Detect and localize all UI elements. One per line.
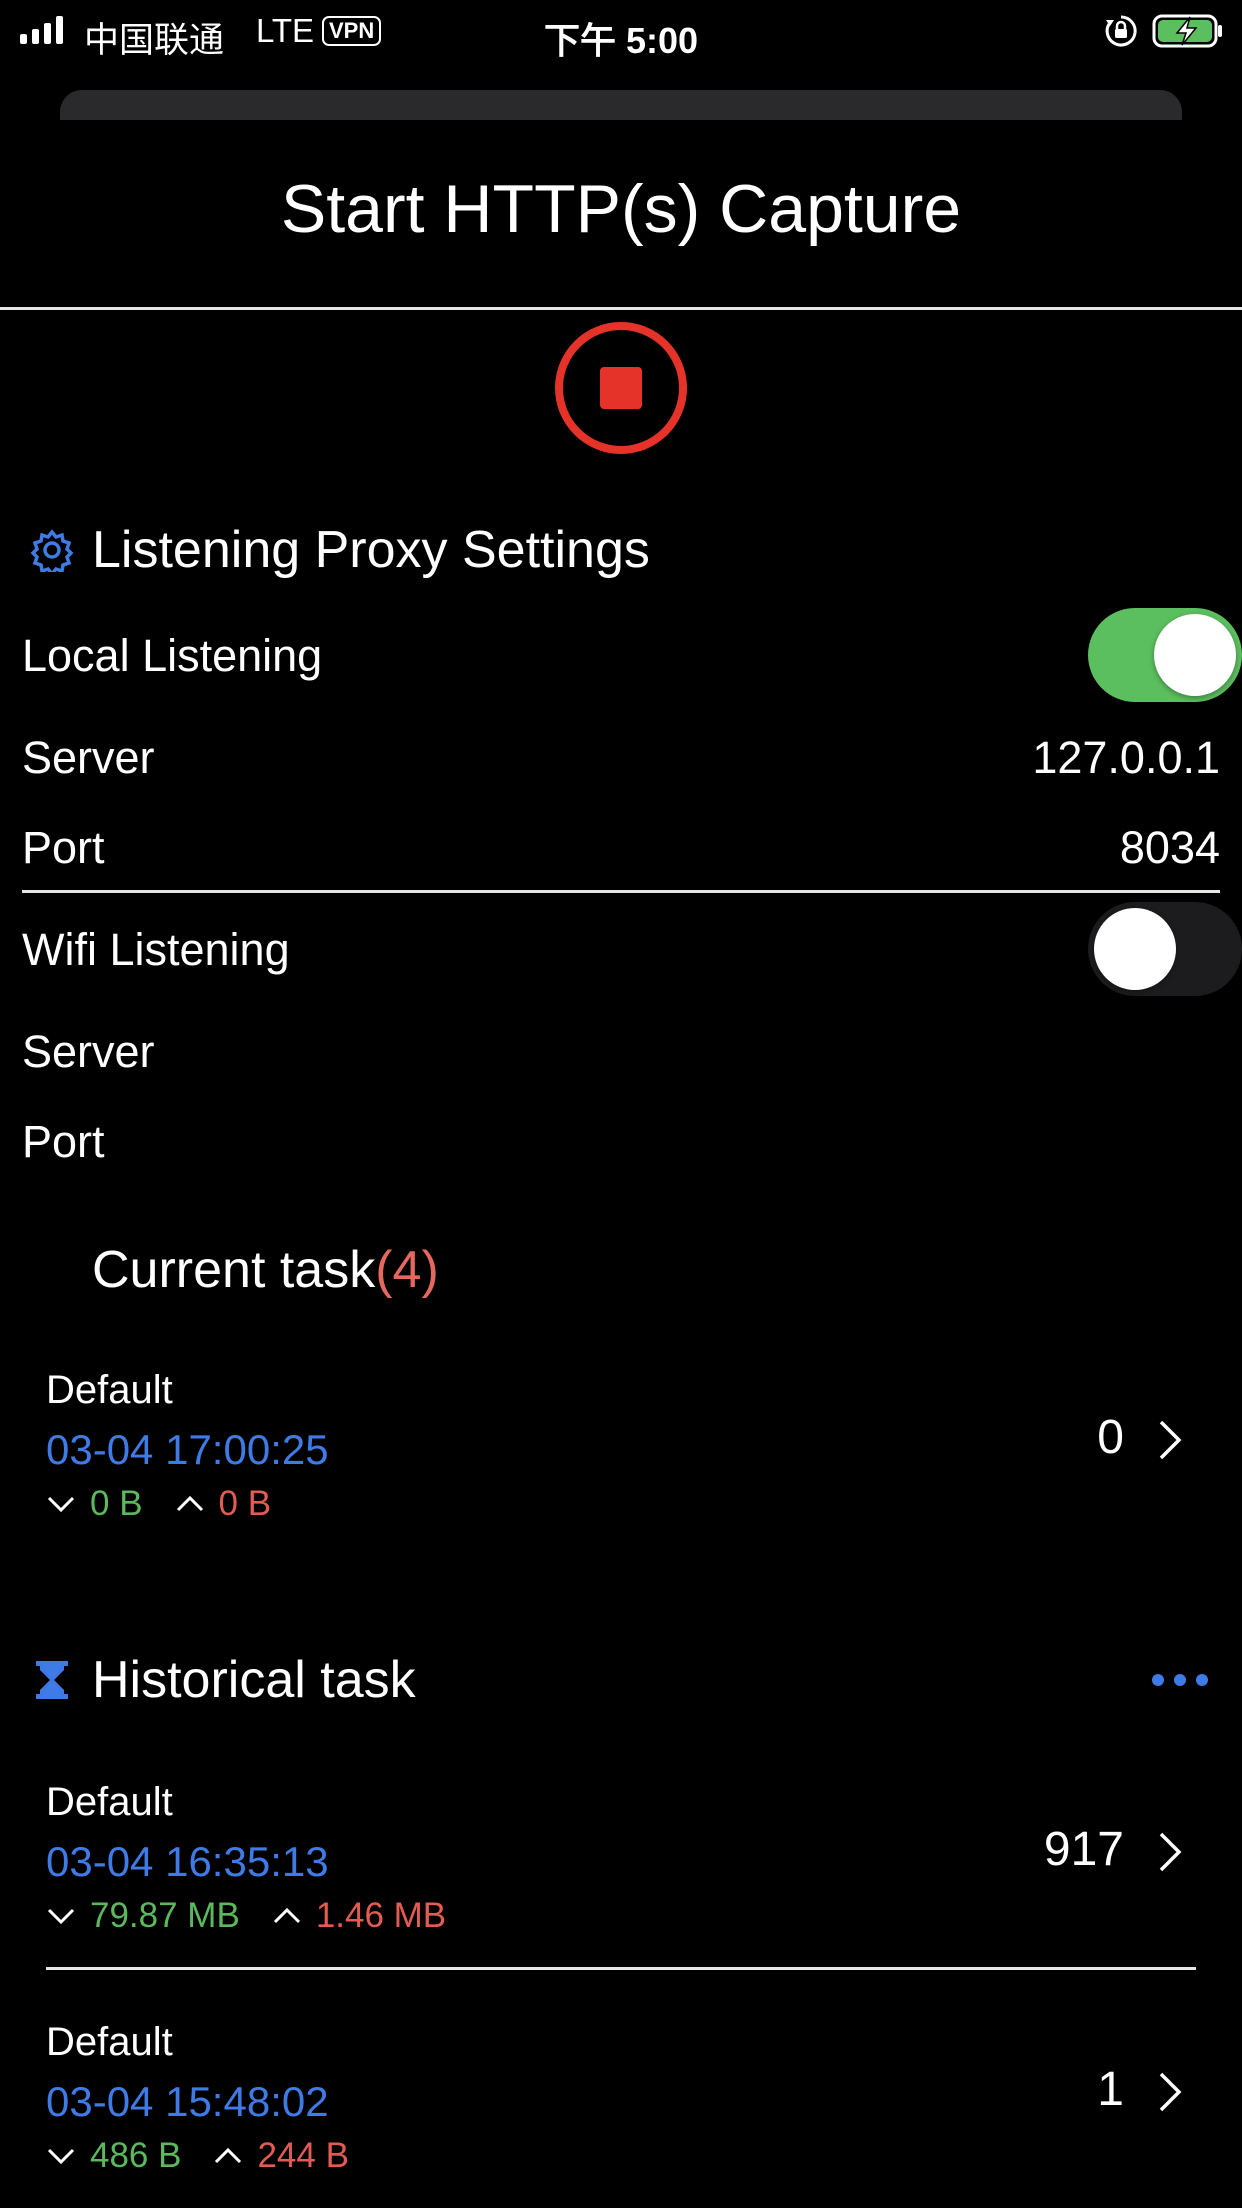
- sheet-handle: [60, 90, 1182, 120]
- local-server-value: 127.0.0.1: [1032, 732, 1220, 783]
- rotation-lock-icon: [1105, 15, 1137, 47]
- chevron-right-icon: [1159, 1420, 1182, 1460]
- current-task-title: Current task: [92, 1241, 376, 1299]
- current-task-item[interactable]: Default 03-04 17:00:25 0 B 0 B 0: [46, 1368, 1196, 1528]
- chevron-right-icon: [1159, 2072, 1182, 2112]
- download-arrow-icon: [47, 1908, 75, 1925]
- task-divider: [46, 1967, 1196, 1970]
- task-time: 03-04 16:35:13: [46, 1838, 329, 1885]
- task-traffic: 0 B 0 B: [46, 1484, 271, 1524]
- current-task-header: Current task (4): [92, 1240, 439, 1300]
- task-upload: 1.46 MB: [315, 1896, 447, 1935]
- task-request-count: 0: [1097, 1411, 1124, 1464]
- current-task-count: (4): [375, 1241, 439, 1299]
- download-arrow-icon: [47, 2148, 75, 2165]
- task-download: 0 B: [90, 1484, 143, 1523]
- task-upload: 0 B: [218, 1484, 272, 1523]
- historical-task-item[interactable]: Default 03-04 16:35:13 79.87 MB 1.46 MB …: [46, 1780, 1196, 1940]
- local-port-label: Port: [22, 822, 105, 873]
- wifi-listening-label: Wifi Listening: [22, 924, 290, 975]
- historical-task-header: Historical task: [30, 1650, 416, 1710]
- task-time: 03-04 17:00:25: [46, 1426, 329, 1473]
- task-name: Default: [46, 1368, 173, 1412]
- toggle-knob: [1154, 614, 1236, 696]
- page-title: Start HTTP(s) Capture: [280, 171, 962, 247]
- proxy-settings-title: Listening Proxy Settings: [92, 521, 650, 579]
- capture-screen: 中国联通 LTE VPN 下午 5:00 Start HTTP(s) Captu…: [0, 0, 1242, 2208]
- upload-arrow-icon: [215, 2147, 242, 2164]
- toggle-knob: [1094, 908, 1176, 990]
- task-name: Default: [46, 2020, 173, 2064]
- upload-arrow-icon: [273, 1907, 300, 1924]
- task-request-count: 917: [1043, 1823, 1124, 1876]
- more-options-button[interactable]: [1152, 1668, 1212, 1692]
- task-traffic: 79.87 MB 1.46 MB: [46, 1896, 446, 1936]
- battery-charging-icon: [1152, 14, 1222, 48]
- proxy-settings-header: Listening Proxy Settings: [30, 520, 650, 580]
- local-port-value: 8034: [1119, 822, 1220, 873]
- wifi-listening-toggle[interactable]: [1088, 902, 1242, 996]
- task-request-count: 1: [1097, 2063, 1124, 2116]
- status-bar: 中国联通 LTE VPN 下午 5:00: [0, 0, 1242, 62]
- download-arrow-icon: [47, 1496, 75, 1513]
- local-divider: [22, 890, 1220, 893]
- historical-task-title: Historical task: [92, 1651, 416, 1709]
- status-time: 下午 5:00: [543, 20, 699, 61]
- local-listening-label: Local Listening: [22, 630, 323, 681]
- task-download: 486 B: [90, 2136, 182, 2175]
- stop-capture-button[interactable]: [555, 322, 687, 454]
- dot: [1152, 1674, 1164, 1686]
- historical-task-item[interactable]: Default 03-04 15:48:02 486 B 244 B 1: [46, 2020, 1196, 2180]
- title-divider: [0, 307, 1242, 310]
- local-server-label: Server: [22, 732, 155, 783]
- upload-arrow-icon: [176, 1495, 203, 1512]
- hourglass-icon: [36, 1661, 68, 1699]
- task-time: 03-04 15:48:02: [46, 2078, 329, 2125]
- task-upload: 244 B: [257, 2136, 349, 2175]
- task-traffic: 486 B 244 B: [46, 2136, 349, 2176]
- dot: [1196, 1674, 1208, 1686]
- gear-icon: [30, 529, 74, 572]
- wifi-port-label: Port: [22, 1116, 105, 1167]
- wifi-server-label: Server: [22, 1026, 155, 1077]
- local-listening-toggle[interactable]: [1088, 608, 1242, 702]
- stop-icon: [600, 367, 642, 409]
- chevron-right-icon: [1159, 1832, 1182, 1872]
- task-download: 79.87 MB: [90, 1896, 240, 1935]
- task-name: Default: [46, 1780, 173, 1824]
- dot: [1174, 1674, 1186, 1686]
